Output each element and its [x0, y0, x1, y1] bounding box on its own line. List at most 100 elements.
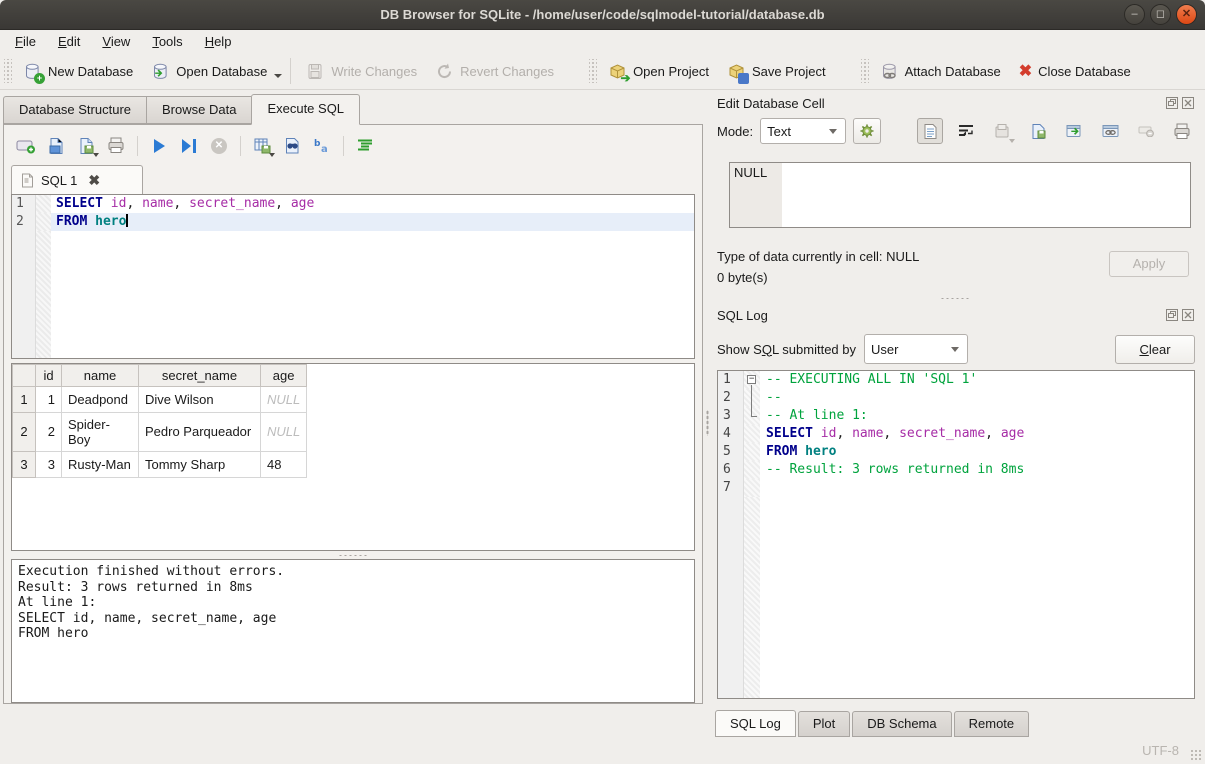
- sql-file-icon: [21, 173, 34, 188]
- cell-null[interactable]: NULL: [261, 412, 307, 451]
- cell[interactable]: Tommy Sharp: [139, 451, 261, 477]
- vertical-splitter[interactable]: [703, 90, 711, 737]
- save-project-icon: [727, 62, 746, 81]
- cell[interactable]: Dive Wilson: [139, 386, 261, 412]
- open-database-button[interactable]: Open Database: [142, 58, 276, 85]
- column-header-name[interactable]: name: [62, 364, 139, 386]
- import-data-button[interactable]: [989, 118, 1015, 144]
- clear-log-button[interactable]: Clear: [1115, 335, 1195, 364]
- cell[interactable]: Deadpond: [62, 386, 139, 412]
- export-data-button[interactable]: [1025, 118, 1051, 144]
- tab-browse-data[interactable]: Browse Data: [146, 96, 251, 124]
- stop-execution-button[interactable]: ✕: [206, 134, 232, 158]
- save-project-button[interactable]: Save Project: [718, 58, 835, 85]
- execute-all-button[interactable]: [146, 134, 172, 158]
- grid-corner[interactable]: [13, 364, 36, 386]
- show-sql-label: Show SQL submitted by: [717, 342, 856, 357]
- float-dock-icon[interactable]: [1165, 97, 1178, 110]
- open-in-external-button[interactable]: [1061, 118, 1087, 144]
- find-button[interactable]: [279, 134, 305, 158]
- menu-view[interactable]: View: [91, 32, 141, 51]
- print-sql-button[interactable]: [103, 134, 129, 158]
- new-database-icon: +: [23, 62, 42, 81]
- print-cell-button[interactable]: [1169, 118, 1195, 144]
- editor-line: 1 SELECT id, name, secret_name, age: [12, 195, 694, 213]
- cell[interactable]: Pedro Parqueador: [139, 412, 261, 451]
- new-sql-tab-button[interactable]: [13, 134, 39, 158]
- revert-changes-button[interactable]: Revert Changes: [426, 58, 563, 85]
- new-database-button[interactable]: + New Database: [14, 58, 142, 85]
- save-sql-file-button[interactable]: [73, 134, 99, 158]
- attach-database-icon: [880, 62, 899, 81]
- word-wrap-button[interactable]: [953, 118, 979, 144]
- menu-file[interactable]: File: [4, 32, 47, 51]
- column-header-id[interactable]: id: [36, 364, 62, 386]
- sql-editor[interactable]: 1 SELECT id, name, secret_name, age 2 FR…: [11, 194, 695, 358]
- toolbar-drag-handle[interactable]: [4, 59, 12, 83]
- fold-marker[interactable]: [744, 371, 760, 389]
- save-dropdown-icon[interactable]: [93, 153, 99, 157]
- encoding-indicator[interactable]: UTF-8: [1142, 743, 1179, 758]
- close-button[interactable]: ✕: [1176, 4, 1197, 25]
- tab-execute-sql[interactable]: Execute SQL: [251, 94, 360, 125]
- column-header-age[interactable]: age: [261, 364, 307, 386]
- tab-database-structure[interactable]: Database Structure: [3, 96, 146, 124]
- export-dropdown-icon[interactable]: [269, 153, 275, 157]
- close-dock-icon[interactable]: [1181, 97, 1194, 110]
- horizontal-splitter[interactable]: [11, 551, 695, 559]
- play-to-line-icon: [182, 139, 191, 153]
- cell[interactable]: 1: [36, 386, 62, 412]
- sql-log-view[interactable]: 1 -- EXECUTING ALL IN 'SQL 1' 2 -- 3 -- …: [717, 370, 1195, 699]
- attach-database-button[interactable]: Attach Database: [871, 58, 1010, 85]
- menu-help[interactable]: Help: [194, 32, 243, 51]
- cell-null[interactable]: NULL: [261, 386, 307, 412]
- write-changes-button[interactable]: Write Changes: [297, 58, 426, 85]
- export-results-button[interactable]: [249, 134, 275, 158]
- results-grid[interactable]: id name secret_name age 1 1 Deadpond: [11, 363, 695, 552]
- tab-sql-log[interactable]: SQL Log: [715, 710, 796, 737]
- menu-edit[interactable]: Edit: [47, 32, 91, 51]
- minimize-button[interactable]: –: [1124, 4, 1145, 25]
- open-project-button[interactable]: ➔ Open Project: [599, 58, 718, 85]
- menu-tools[interactable]: Tools: [141, 32, 193, 51]
- mode-select[interactable]: Text: [760, 118, 846, 144]
- close-dock-icon[interactable]: [1181, 309, 1194, 322]
- cell-value-editor[interactable]: NULL: [729, 162, 1191, 228]
- toolbar-drag-handle[interactable]: [589, 59, 597, 83]
- text-mode-button[interactable]: [917, 118, 943, 144]
- cell[interactable]: Spider-Boy: [62, 412, 139, 451]
- apply-button[interactable]: Apply: [1109, 251, 1189, 277]
- execution-status-box[interactable]: Execution finished without errors. Resul…: [11, 559, 695, 703]
- column-header-secret-name[interactable]: secret_name: [139, 364, 261, 386]
- log-filter-select[interactable]: User: [864, 334, 968, 364]
- toolbar-drag-handle[interactable]: [861, 59, 869, 83]
- cell[interactable]: 48: [261, 451, 307, 477]
- menubar: File Edit View Tools Help: [0, 30, 1205, 53]
- tab-plot[interactable]: Plot: [798, 711, 850, 737]
- format-sql-button[interactable]: [352, 134, 378, 158]
- set-null-button[interactable]: [1133, 118, 1159, 144]
- print-icon: [1173, 123, 1191, 140]
- save-file-icon: [78, 137, 94, 155]
- resize-grip-icon[interactable]: [1190, 749, 1202, 761]
- close-database-button[interactable]: ✖ Close Database: [1010, 58, 1140, 85]
- float-dock-icon[interactable]: [1165, 309, 1178, 322]
- dock-tabbar: SQL Log Plot DB Schema Remote: [715, 709, 1197, 737]
- copy-link-button[interactable]: [1097, 118, 1123, 144]
- open-database-dropdown-icon[interactable]: [274, 74, 282, 78]
- autocomplete-button[interactable]: ba: [309, 134, 335, 158]
- dock-splitter[interactable]: [713, 294, 1197, 302]
- open-sql-file-button[interactable]: [43, 134, 69, 158]
- cell[interactable]: 2: [36, 412, 62, 451]
- tab-remote[interactable]: Remote: [954, 711, 1030, 737]
- cell[interactable]: Rusty-Man: [62, 451, 139, 477]
- maximize-button[interactable]: ◻: [1150, 4, 1171, 25]
- titlebar[interactable]: DB Browser for SQLite - /home/user/code/…: [0, 0, 1205, 30]
- cell[interactable]: 3: [36, 451, 62, 477]
- execute-line-button[interactable]: [176, 134, 202, 158]
- sql-file-tab-label: SQL 1: [41, 173, 77, 188]
- close-sql-tab-icon[interactable]: ✖: [88, 172, 100, 189]
- sql-file-tab[interactable]: SQL 1 ✖: [11, 165, 143, 194]
- auto-apply-button[interactable]: [853, 118, 881, 144]
- tab-db-schema[interactable]: DB Schema: [852, 711, 951, 737]
